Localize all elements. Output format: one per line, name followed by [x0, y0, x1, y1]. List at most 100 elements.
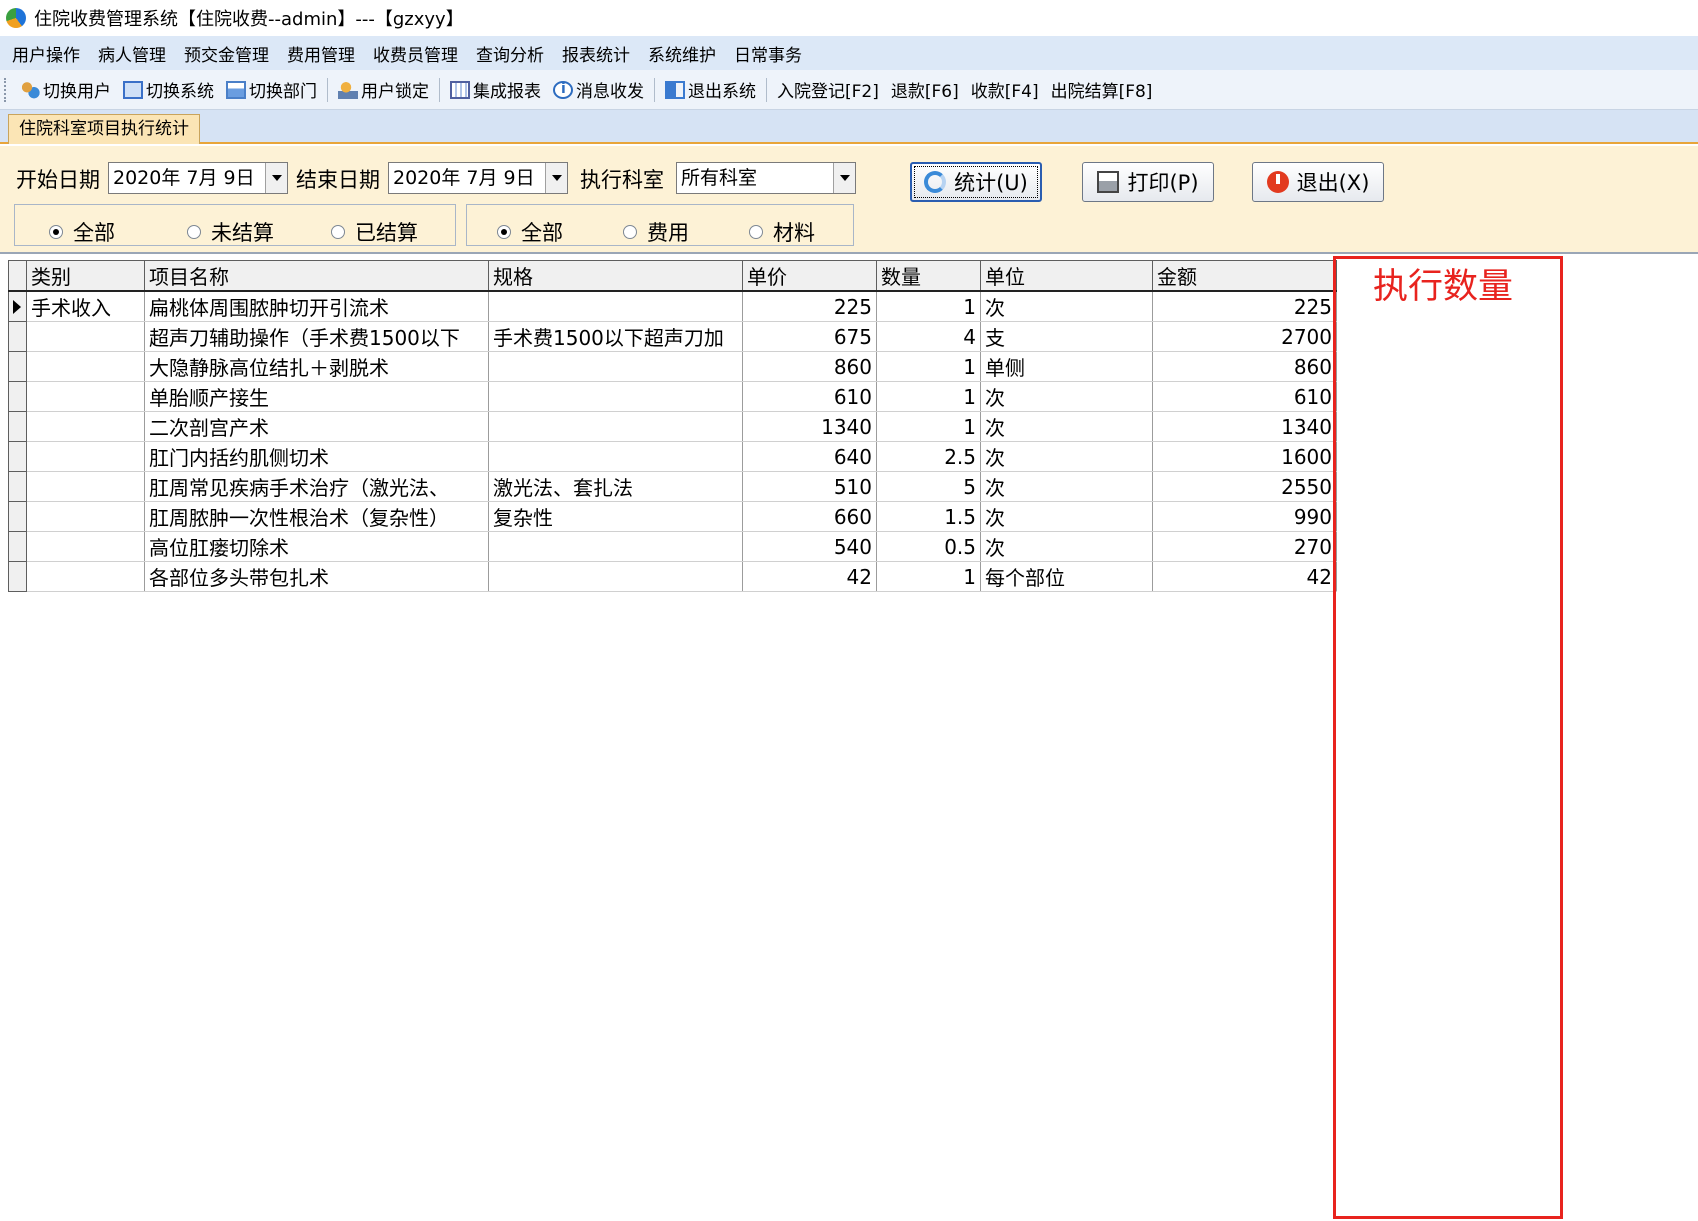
stat-button[interactable]: 统计(U)	[910, 162, 1042, 202]
cell-category[interactable]	[26, 501, 145, 532]
cell-amount[interactable]: 1340	[1152, 411, 1337, 442]
cell-category[interactable]	[26, 381, 145, 412]
menu-deposit-mgmt[interactable]: 预交金管理	[178, 41, 281, 66]
cell-amount[interactable]: 860	[1152, 351, 1337, 382]
column-header-item-name[interactable]: 项目名称	[144, 260, 489, 292]
exit-system-button[interactable]: 退出系统	[659, 77, 762, 102]
cell-item-name[interactable]: 肛门内括约肌侧切术	[144, 441, 489, 472]
cell-amount[interactable]: 990	[1152, 501, 1337, 532]
cell-unit[interactable]: 单侧	[980, 351, 1153, 382]
type-material-radio[interactable]: 材料	[749, 217, 815, 247]
cell-spec[interactable]	[488, 531, 743, 562]
row-indicator[interactable]	[8, 290, 27, 322]
cell-spec[interactable]	[488, 561, 743, 592]
column-header-category[interactable]: 类别	[26, 260, 145, 292]
end-date-picker[interactable]: 2020年 7月 9日	[388, 162, 568, 194]
table-row[interactable]: 各部位多头带包扎术 42 1 每个部位 42	[8, 561, 1337, 592]
cell-unit[interactable]: 次	[980, 471, 1153, 502]
row-indicator[interactable]	[8, 561, 27, 592]
settlement-settled-radio[interactable]: 已结算	[331, 217, 418, 247]
cell-unit-price[interactable]: 675	[742, 321, 877, 352]
cell-spec[interactable]	[488, 351, 743, 382]
table-row[interactable]: 手术收入 扁桃体周围脓肿切开引流术 225 1 次 225	[8, 290, 1337, 322]
cell-unit-price[interactable]: 640	[742, 441, 877, 472]
chevron-down-icon[interactable]	[265, 163, 287, 193]
column-header-amount[interactable]: 金额	[1152, 260, 1337, 292]
cell-amount[interactable]: 270	[1152, 531, 1337, 562]
cell-quantity[interactable]: 4	[876, 321, 981, 352]
cell-amount[interactable]: 1600	[1152, 441, 1337, 472]
menu-query-analysis[interactable]: 查询分析	[470, 41, 556, 66]
column-header-unit-price[interactable]: 单价	[742, 260, 877, 292]
column-header-unit[interactable]: 单位	[980, 260, 1153, 292]
start-date-picker[interactable]: 2020年 7月 9日	[108, 162, 288, 194]
cell-spec[interactable]	[488, 291, 743, 322]
refund-button[interactable]: 退款[F6]	[885, 77, 965, 102]
switch-system-button[interactable]: 切换系统	[117, 77, 220, 102]
row-indicator[interactable]	[8, 321, 27, 352]
cell-category[interactable]	[26, 471, 145, 502]
cell-item-name[interactable]: 高位肛瘘切除术	[144, 531, 489, 562]
cell-amount[interactable]: 2700	[1152, 321, 1337, 352]
cell-quantity[interactable]: 0.5	[876, 531, 981, 562]
cell-category[interactable]	[26, 411, 145, 442]
row-indicator[interactable]	[8, 501, 27, 532]
cell-unit[interactable]: 次	[980, 501, 1153, 532]
messages-button[interactable]: 消息收发	[547, 77, 650, 102]
cell-item-name[interactable]: 单胎顺产接生	[144, 381, 489, 412]
cell-quantity[interactable]: 1.5	[876, 501, 981, 532]
cell-unit-price[interactable]: 510	[742, 471, 877, 502]
cell-unit-price[interactable]: 225	[742, 291, 877, 322]
cell-amount[interactable]: 42	[1152, 561, 1337, 592]
switch-dept-button[interactable]: 切换部门	[220, 77, 323, 102]
row-indicator[interactable]	[8, 531, 27, 562]
discharge-settlement-button[interactable]: 出院结算[F8]	[1045, 77, 1159, 102]
cell-unit[interactable]: 次	[980, 381, 1153, 412]
cell-category[interactable]: 手术收入	[26, 291, 145, 322]
cell-unit[interactable]: 次	[980, 441, 1153, 472]
cell-category[interactable]	[26, 441, 145, 472]
cell-item-name[interactable]: 超声刀辅助操作（手术费1500以下	[144, 321, 489, 352]
cell-category[interactable]	[26, 561, 145, 592]
column-header-quantity[interactable]: 数量	[876, 260, 981, 292]
row-indicator[interactable]	[8, 471, 27, 502]
row-indicator[interactable]	[8, 411, 27, 442]
menu-fee-mgmt[interactable]: 费用管理	[281, 41, 367, 66]
cell-item-name[interactable]: 肛周脓肿一次性根治术（复杂性）	[144, 501, 489, 532]
menu-report-stats[interactable]: 报表统计	[556, 41, 642, 66]
menu-user-ops[interactable]: 用户操作	[6, 41, 92, 66]
type-fee-radio[interactable]: 费用	[623, 217, 689, 247]
cell-unit[interactable]: 次	[980, 531, 1153, 562]
exit-button[interactable]: 退出(X)	[1252, 162, 1384, 202]
row-indicator[interactable]	[8, 351, 27, 382]
cell-spec[interactable]	[488, 441, 743, 472]
settlement-unsettled-radio[interactable]: 未结算	[187, 217, 274, 247]
cell-quantity[interactable]: 1	[876, 381, 981, 412]
switch-user-button[interactable]: 切换用户	[14, 77, 117, 102]
cell-quantity[interactable]: 2.5	[876, 441, 981, 472]
menu-cashier-mgmt[interactable]: 收费员管理	[367, 41, 470, 66]
cell-quantity[interactable]: 5	[876, 471, 981, 502]
cell-unit-price[interactable]: 660	[742, 501, 877, 532]
menu-patient-mgmt[interactable]: 病人管理	[92, 41, 178, 66]
lock-user-button[interactable]: 用户锁定	[332, 77, 435, 102]
cell-amount[interactable]: 2550	[1152, 471, 1337, 502]
exec-dept-select[interactable]: 所有科室	[676, 162, 856, 194]
table-row[interactable]: 超声刀辅助操作（手术费1500以下 手术费1500以下超声刀加 675 4 支 …	[8, 321, 1337, 352]
admission-button[interactable]: 入院登记[F2]	[771, 77, 885, 102]
toolbar-grip[interactable]	[4, 77, 8, 102]
cell-spec[interactable]: 复杂性	[488, 501, 743, 532]
menu-daily-affairs[interactable]: 日常事务	[728, 41, 814, 66]
table-row[interactable]: 肛周常见疾病手术治疗（激光法、 激光法、套扎法 510 5 次 2550	[8, 471, 1337, 502]
cell-unit[interactable]: 支	[980, 321, 1153, 352]
cell-unit-price[interactable]: 540	[742, 531, 877, 562]
cell-unit[interactable]: 次	[980, 291, 1153, 322]
cell-unit-price[interactable]: 860	[742, 351, 877, 382]
cell-unit-price[interactable]: 1340	[742, 411, 877, 442]
table-row[interactable]: 肛周脓肿一次性根治术（复杂性） 复杂性 660 1.5 次 990	[8, 501, 1337, 532]
table-row[interactable]: 单胎顺产接生 610 1 次 610	[8, 381, 1337, 412]
cell-amount[interactable]: 610	[1152, 381, 1337, 412]
row-indicator[interactable]	[8, 381, 27, 412]
cell-item-name[interactable]: 扁桃体周围脓肿切开引流术	[144, 291, 489, 322]
chevron-down-icon[interactable]	[833, 163, 855, 193]
